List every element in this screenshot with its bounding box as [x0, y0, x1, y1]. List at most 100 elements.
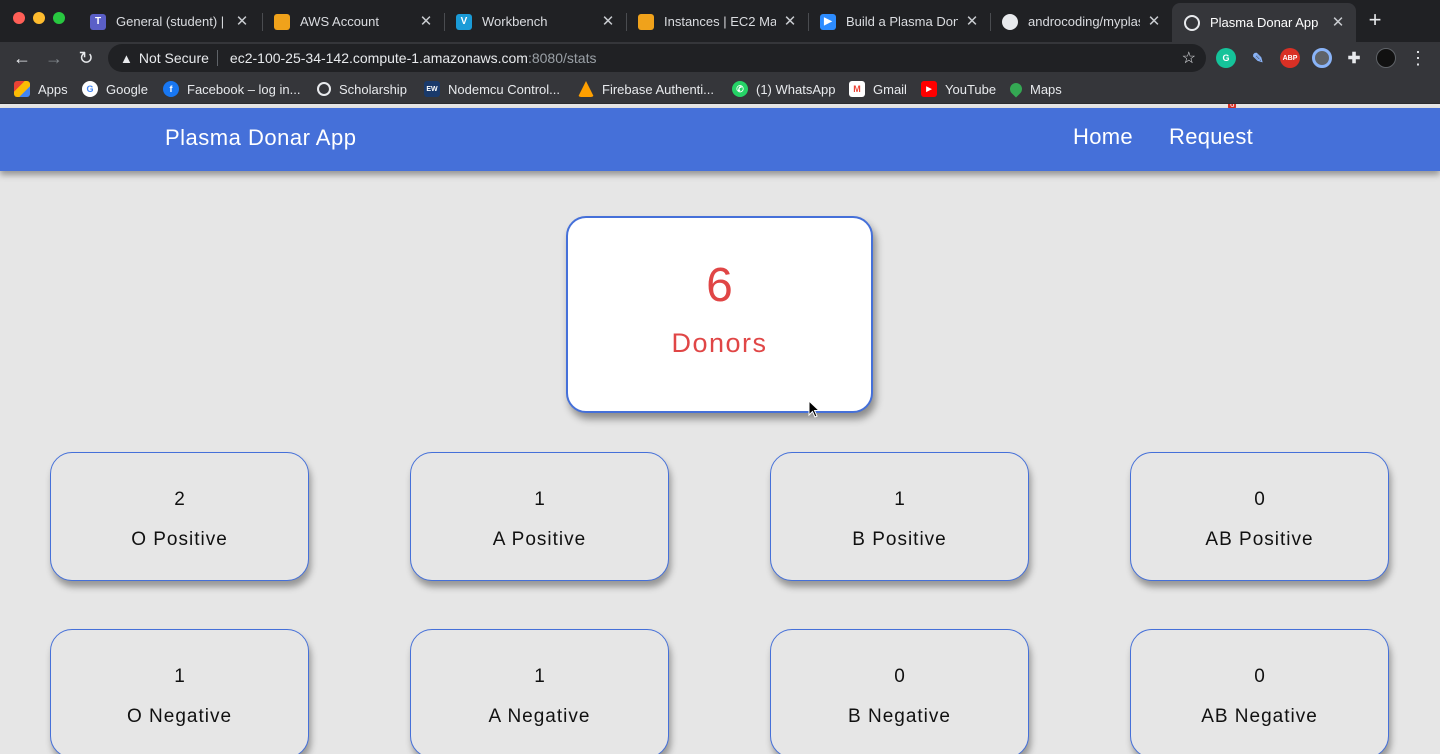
- avatar[interactable]: [1376, 48, 1396, 68]
- app-navbar: Plasma Donar App Home Request: [0, 108, 1440, 171]
- url-path: :8080/stats: [527, 50, 597, 66]
- close-icon[interactable]: ✕: [1146, 13, 1162, 30]
- blood-group-count: 1: [174, 666, 185, 687]
- zoom-icon: ▶: [820, 13, 836, 30]
- blood-group-card-ab-positive: 0 AB Positive: [1130, 452, 1389, 581]
- whatsapp-icon: ✆: [732, 81, 748, 97]
- warning-icon[interactable]: ▲: [120, 51, 133, 66]
- window-maximize-button[interactable]: [53, 12, 65, 24]
- tab-title: Workbench: [482, 14, 548, 29]
- forward-icon[interactable]: →: [42, 46, 66, 70]
- blood-group-count: 1: [534, 666, 545, 687]
- total-donors-count: 6: [706, 259, 733, 312]
- bookmark-label: Google: [106, 81, 148, 97]
- nav-request-link[interactable]: Request: [1169, 124, 1253, 150]
- tab-title: General (student) | M: [116, 14, 228, 29]
- extension-circle-icon[interactable]: [1312, 48, 1332, 68]
- gmail-icon: M: [849, 81, 865, 97]
- bookmark-firebase[interactable]: Firebase Authenti...: [578, 80, 714, 98]
- blood-group-count: 0: [1254, 666, 1265, 687]
- browser-tab[interactable]: AWS Account ✕: [262, 5, 444, 38]
- close-icon[interactable]: ✕: [418, 13, 434, 30]
- blood-group-card-b-negative: 0 B Negative: [770, 629, 1029, 754]
- close-icon[interactable]: ✕: [600, 13, 616, 30]
- bookmark-label: Apps: [38, 81, 68, 97]
- bookmark-scholarship[interactable]: Scholarship: [317, 80, 407, 98]
- grammarly-icon[interactable]: G: [1216, 48, 1236, 68]
- bookmark-gmail[interactable]: M Gmail: [849, 80, 907, 98]
- bookmarks-bar: Apps G Google f Facebook – log in... Sch…: [0, 74, 1440, 104]
- blood-group-type: B Positive: [852, 529, 947, 550]
- blood-group-type: B Negative: [848, 706, 951, 727]
- apps-grid-icon: [14, 81, 30, 97]
- bookmark-label: Nodemcu Control...: [448, 81, 560, 97]
- tab-title: Build a Plasma Donor: [846, 14, 958, 29]
- menu-kebab-icon[interactable]: ⋮: [1406, 46, 1430, 70]
- bookmark-nodemcu[interactable]: EW Nodemcu Control...: [424, 80, 560, 98]
- blood-group-type: AB Positive: [1205, 529, 1314, 550]
- security-status[interactable]: Not Secure: [139, 50, 209, 66]
- browser-tab[interactable]: androcoding/myplasm ✕: [990, 5, 1172, 38]
- bookmark-apps[interactable]: Apps: [14, 80, 68, 98]
- blood-group-count: 1: [894, 489, 905, 510]
- aws-icon: [638, 13, 654, 30]
- browser-tab[interactable]: V Workbench ✕: [444, 5, 626, 38]
- blood-group-count: 2: [174, 489, 185, 510]
- firebase-icon: [578, 81, 594, 97]
- close-icon[interactable]: ✕: [964, 13, 980, 30]
- window-minimize-button[interactable]: [33, 12, 45, 24]
- globe-icon: [1184, 14, 1200, 31]
- youtube-icon: ▶: [921, 81, 937, 97]
- adblock-icon[interactable]: ABP: [1280, 48, 1300, 68]
- total-donors-card: 6 Donors: [566, 216, 873, 413]
- close-icon[interactable]: ✕: [1330, 14, 1346, 31]
- blood-group-type: O Positive: [131, 529, 228, 550]
- tab-title: AWS Account: [300, 14, 379, 29]
- blood-group-card-ab-negative: 0 AB Negative: [1130, 629, 1389, 754]
- nav-home-link[interactable]: Home: [1073, 124, 1133, 150]
- tab-title: androcoding/myplasm: [1028, 14, 1140, 29]
- blood-group-card-a-negative: 1 A Negative: [410, 629, 669, 754]
- blood-group-type: O Negative: [126, 706, 233, 727]
- bookmark-label: YouTube: [945, 81, 997, 97]
- back-icon[interactable]: ←: [10, 46, 34, 70]
- teams-icon: T: [90, 13, 106, 30]
- browser-tab[interactable]: Instances | EC2 Mana ✕: [626, 5, 808, 38]
- bookmark-youtube[interactable]: ▶ YouTube: [921, 80, 996, 98]
- browser-tab[interactable]: T General (student) | M ✕: [78, 5, 260, 38]
- browser-toolbar: ← → ↻ ▲ Not Secure ec2-100-25-34-142.com…: [0, 42, 1440, 110]
- url-host: ec2-100-25-34-142.compute-1.amazonaws.co…: [229, 50, 528, 66]
- tab-title: Plasma Donar App: [1210, 15, 1319, 30]
- new-tab-button[interactable]: +: [1364, 9, 1386, 32]
- browser-tab-active[interactable]: Plasma Donar App ✕: [1172, 3, 1356, 42]
- browser-tab[interactable]: ▶ Build a Plasma Donor ✕: [808, 5, 990, 38]
- app-brand[interactable]: Plasma Donar App: [165, 125, 356, 151]
- blood-group-type: A Positive: [492, 529, 587, 550]
- aws-icon: [274, 13, 290, 30]
- bookmark-facebook[interactable]: f Facebook – log in...: [163, 80, 300, 98]
- blood-group-count: 1: [534, 489, 545, 510]
- close-icon[interactable]: ✕: [234, 13, 250, 30]
- address-bar[interactable]: ▲ Not Secure ec2-100-25-34-142.compute-1…: [108, 44, 1206, 72]
- close-icon[interactable]: ✕: [782, 13, 798, 30]
- puzzle-icon[interactable]: ✚: [1344, 48, 1364, 68]
- blood-group-count: 0: [894, 666, 905, 687]
- ew-icon: EW: [424, 81, 440, 97]
- bookmark-label: Firebase Authenti...: [602, 81, 715, 97]
- bookmark-google[interactable]: G Google: [82, 80, 148, 98]
- blood-group-card-a-positive: 1 A Positive: [410, 452, 669, 581]
- google-icon: G: [82, 81, 98, 97]
- bookmark-maps[interactable]: Maps: [1007, 80, 1062, 98]
- blood-group-count: 0: [1254, 489, 1265, 510]
- bookmark-label: (1) WhatsApp: [756, 81, 836, 97]
- pen-icon[interactable]: ✎: [1248, 48, 1268, 68]
- bookmark-star-icon[interactable]: ☆: [1182, 48, 1196, 68]
- bookmark-whatsapp[interactable]: ✆ (1) WhatsApp: [732, 80, 835, 98]
- bookmark-label: Scholarship: [339, 81, 407, 97]
- bookmark-label: Gmail: [873, 81, 907, 97]
- globe-icon: [317, 82, 331, 96]
- reload-icon[interactable]: ↻: [74, 46, 98, 70]
- bookmark-label: Maps: [1030, 81, 1062, 97]
- window-close-button[interactable]: [13, 12, 25, 24]
- mouse-cursor-icon: [808, 400, 820, 418]
